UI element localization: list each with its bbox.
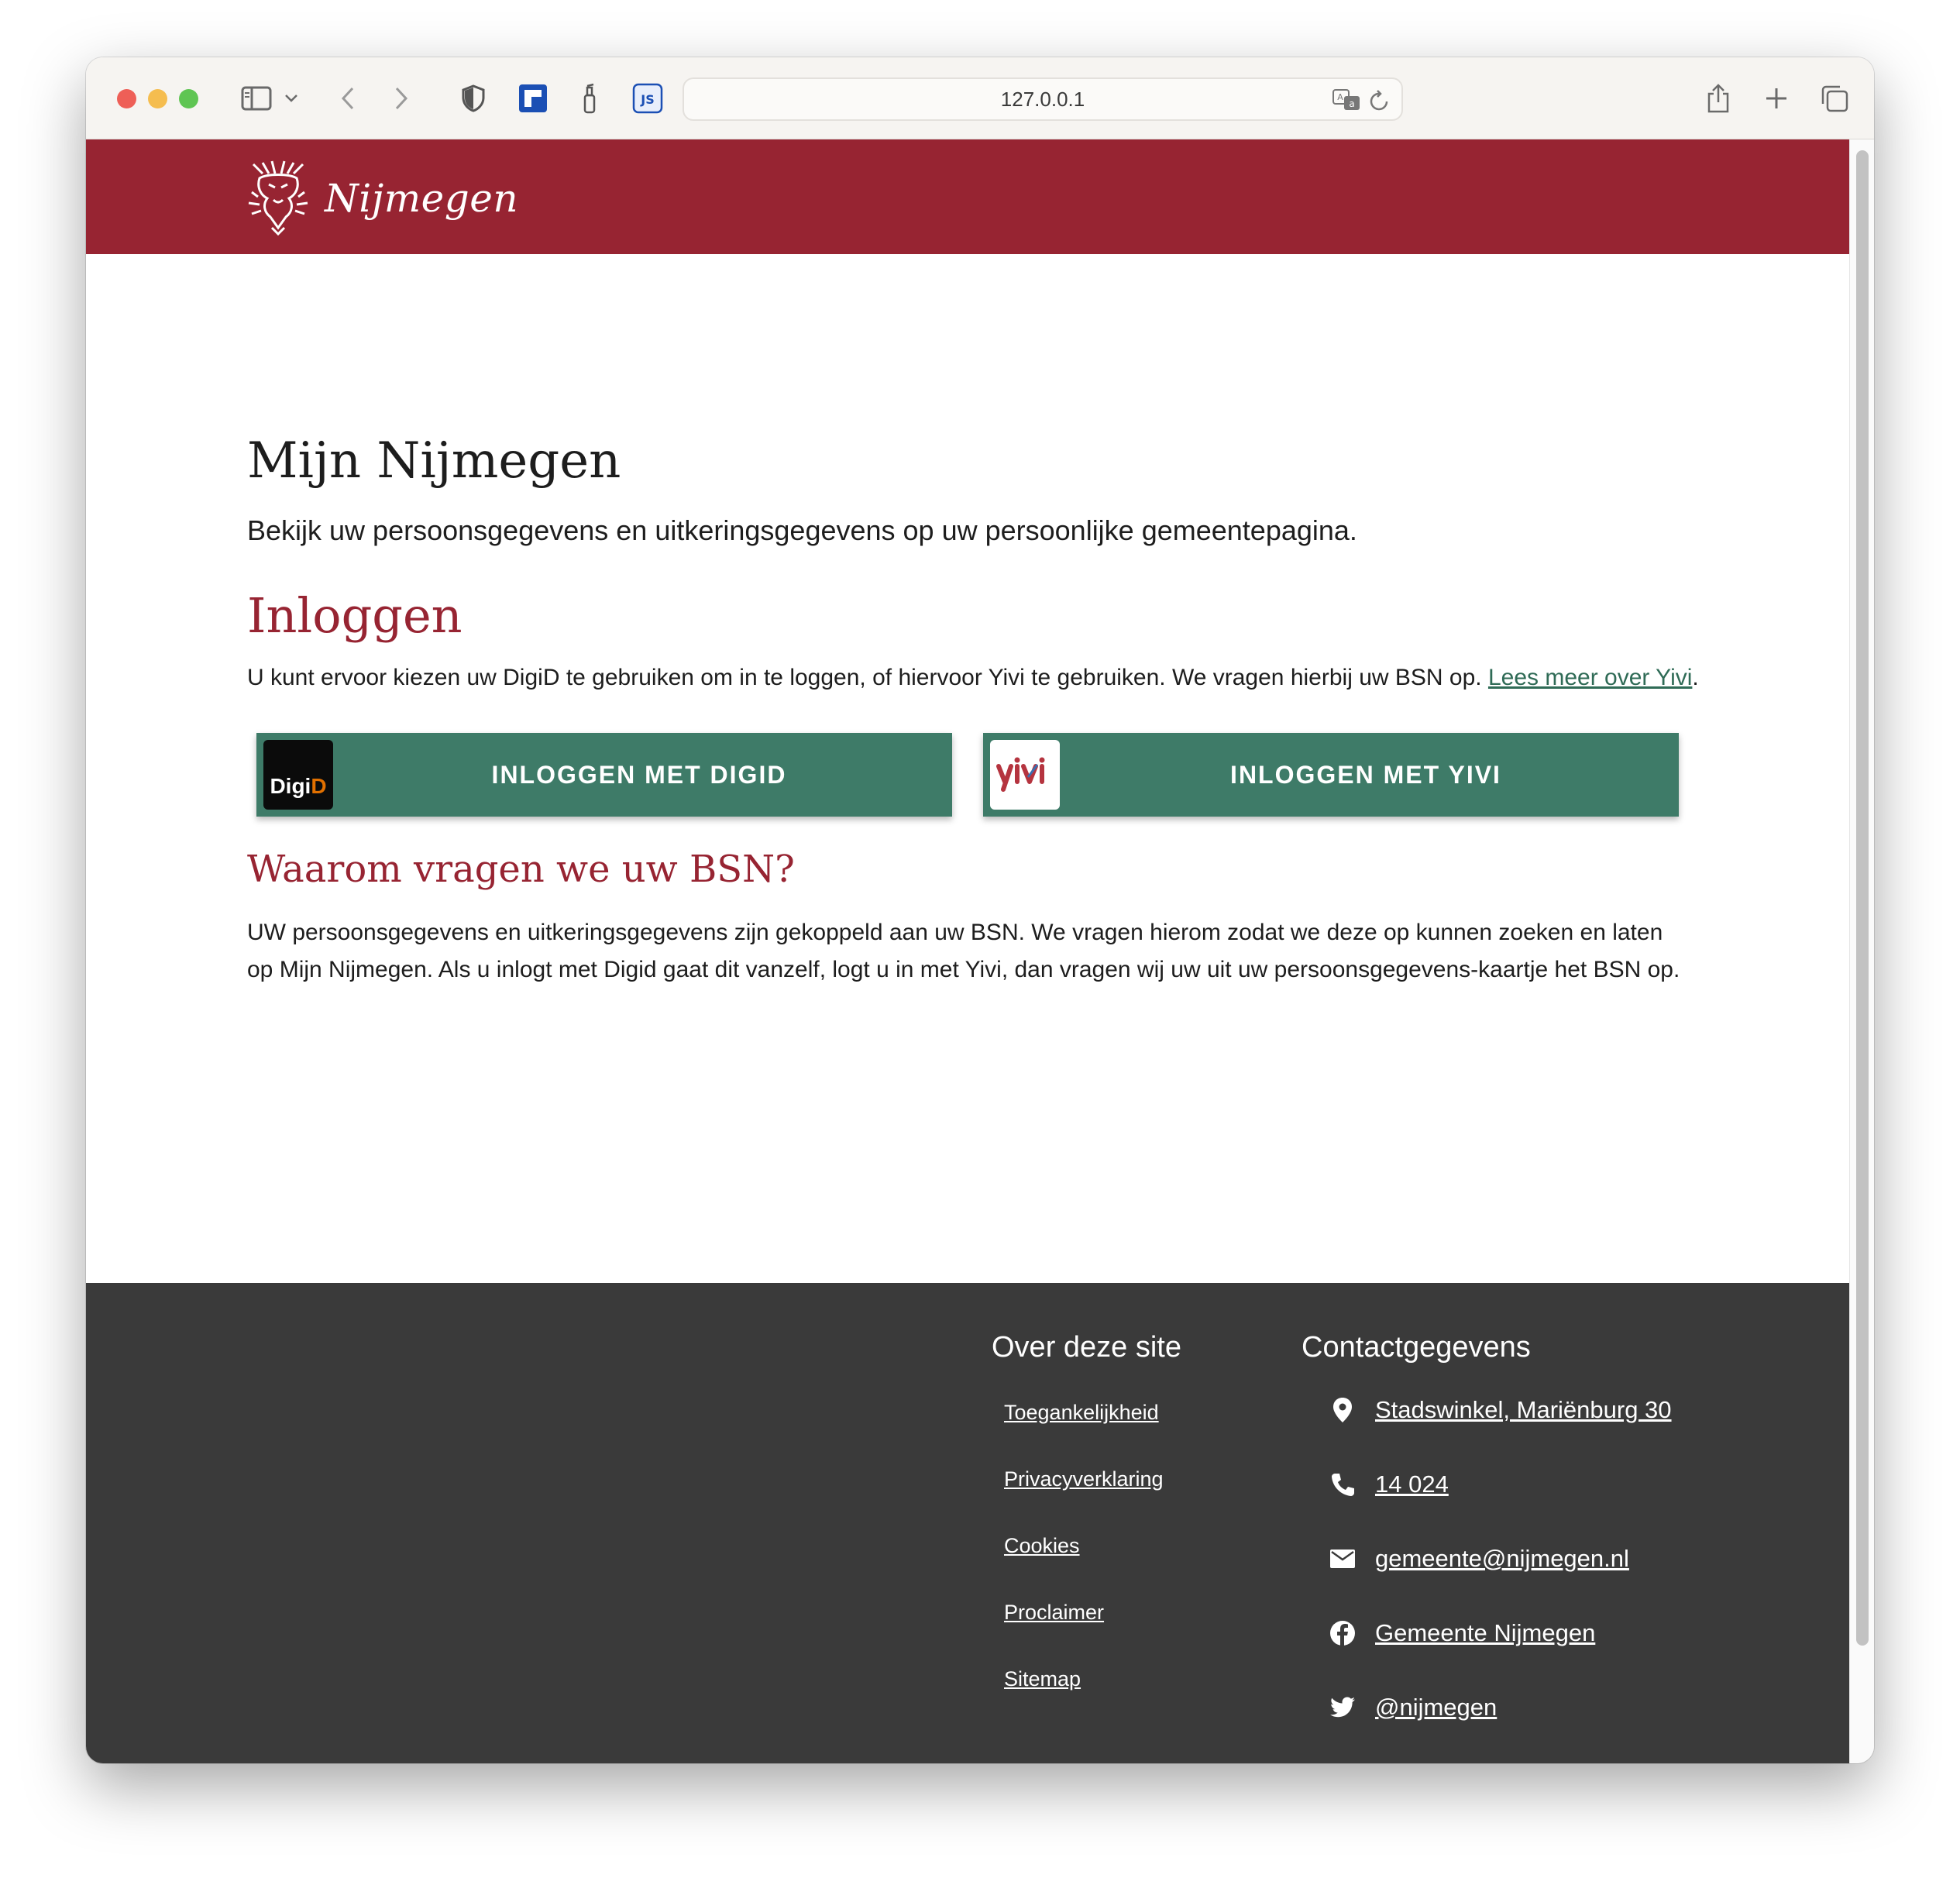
contact-email: gemeente@nijmegen.nl (1327, 1543, 1629, 1574)
zoom-window-button[interactable] (179, 89, 198, 108)
bsn-heading: Waarom vragen we uw BSN? (247, 848, 795, 891)
site-footer: Over deze site Toegankelijkheid Privacyv… (86, 1283, 1849, 1763)
login-yivi-label: INLOGGEN MET YIVI (1230, 760, 1501, 789)
contact-address: Stadswinkel, Mariënburg 30 (1327, 1395, 1672, 1426)
cleaner-extension-icon[interactable] (574, 79, 605, 118)
mail-icon (1327, 1543, 1358, 1574)
footer-link-toegankelijkheid[interactable]: Toegankelijkheid (1004, 1401, 1159, 1425)
back-icon[interactable] (332, 79, 363, 118)
browser-toolbar: JS 127.0.0.1 aA (86, 57, 1874, 139)
footer-about-heading: Over deze site (992, 1331, 1181, 1364)
digid-logo: DigiD (263, 740, 333, 810)
url-text: 127.0.0.1 (1000, 87, 1085, 111)
intro-text: Bekijk uw persoonsgegevens en uitkerings… (247, 514, 1357, 546)
address-bar[interactable]: 127.0.0.1 aA (683, 77, 1403, 121)
login-heading: Inloggen (247, 587, 462, 644)
contact-twitter-link[interactable]: @nijmegen (1375, 1694, 1497, 1722)
login-digid-label: INLOGGEN MET DIGID (491, 760, 787, 789)
tab-overview-icon[interactable] (1817, 79, 1852, 118)
new-tab-icon[interactable] (1759, 79, 1793, 118)
location-icon (1327, 1395, 1358, 1426)
page-title: Mijn Nijmegen (247, 432, 621, 490)
digid-logo-text-b: D (311, 774, 327, 798)
twitter-icon (1327, 1692, 1358, 1723)
footer-link-cookies[interactable]: Cookies (1004, 1534, 1080, 1558)
contact-phone-link[interactable]: 14 024 (1375, 1470, 1449, 1498)
bsn-explanation: UW persoonsgegevens en uitkeringsgegeven… (247, 920, 1680, 982)
footer-link-sitemap[interactable]: Sitemap (1004, 1667, 1081, 1691)
lion-crest-icon (246, 156, 311, 240)
logo-text: Nijmegen (325, 176, 519, 221)
contact-facebook: Gemeente Nijmegen (1327, 1618, 1595, 1649)
facebook-icon (1327, 1618, 1358, 1649)
contact-twitter: @nijmegen (1327, 1692, 1497, 1723)
password-extension-icon[interactable] (516, 79, 550, 118)
login-description-end: . (1692, 665, 1699, 690)
login-digid-button[interactable]: DigiD INLOGGEN MET DIGID (256, 733, 952, 817)
translate-icon[interactable]: aA (1332, 88, 1361, 117)
browser-window: JS 127.0.0.1 aA Nijmegen Mijn Nijmegen B… (86, 57, 1874, 1763)
close-window-button[interactable] (117, 89, 136, 108)
yivi-logo (990, 740, 1060, 810)
phone-icon (1327, 1469, 1358, 1500)
forward-icon[interactable] (386, 79, 417, 118)
reload-icon[interactable] (1369, 89, 1391, 118)
footer-link-proclaimer[interactable]: Proclaimer (1004, 1601, 1104, 1625)
chevron-down-icon[interactable] (280, 79, 303, 118)
footer-link-privacyverklaring[interactable]: Privacyverklaring (1004, 1467, 1164, 1491)
digid-logo-text-a: Digi (270, 774, 311, 798)
login-yivi-button[interactable]: INLOGGEN MET YIVI (983, 733, 1679, 817)
svg-text:a: a (1349, 98, 1354, 109)
sidebar-icon[interactable] (237, 79, 276, 118)
svg-text:A: A (1337, 92, 1343, 102)
minimize-window-button[interactable] (148, 89, 167, 108)
share-icon[interactable] (1701, 79, 1735, 118)
shield-icon[interactable] (458, 79, 489, 118)
nijmegen-logo[interactable]: Nijmegen (246, 156, 518, 240)
footer-contact-heading: Contactgegevens (1302, 1331, 1531, 1364)
login-description: U kunt ervoor kiezen uw DigiD te gebruik… (247, 665, 1699, 691)
javascript-extension-icon[interactable]: JS (631, 79, 665, 118)
contact-phone: 14 024 (1327, 1469, 1449, 1500)
contact-address-link[interactable]: Stadswinkel, Mariënburg 30 (1375, 1396, 1672, 1424)
site-header: Nijmegen (86, 139, 1849, 254)
scrollbar-thumb[interactable] (1856, 150, 1869, 1646)
contact-email-link[interactable]: gemeente@nijmegen.nl (1375, 1545, 1629, 1573)
login-description-text: U kunt ervoor kiezen uw DigiD te gebruik… (247, 665, 1488, 690)
read-more-yivi-link[interactable]: Lees meer over Yivi (1488, 665, 1692, 690)
svg-text:JS: JS (640, 92, 654, 107)
contact-facebook-link[interactable]: Gemeente Nijmegen (1375, 1619, 1595, 1647)
